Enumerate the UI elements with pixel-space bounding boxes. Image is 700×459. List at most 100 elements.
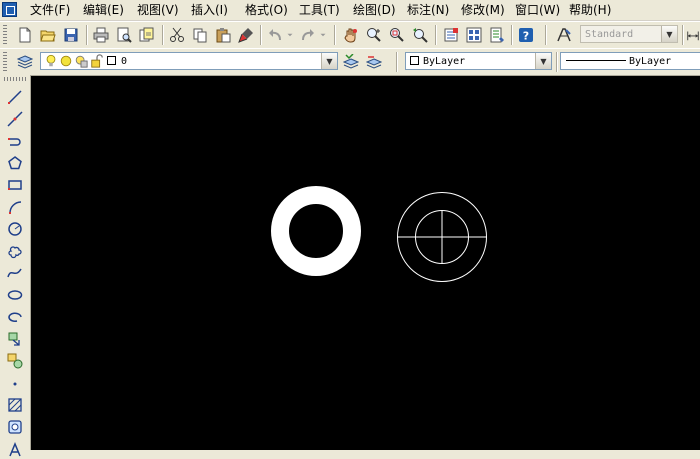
pan-button[interactable] <box>341 25 361 45</box>
chevron-down-icon <box>287 33 293 37</box>
rectangle-icon <box>8 180 22 190</box>
revision-cloud-button[interactable] <box>5 241 25 261</box>
toolbar-separator <box>396 52 398 72</box>
menu-dimension[interactable]: 标注(N) <box>406 2 450 18</box>
layer-properties-button[interactable] <box>15 52 35 72</box>
make-block-button[interactable] <box>5 351 25 371</box>
tool-palettes-button[interactable] <box>487 25 507 45</box>
print-icon <box>93 27 109 43</box>
cut-button[interactable] <box>167 25 187 45</box>
new-button[interactable] <box>15 25 35 45</box>
revision-cloud-icon <box>8 246 22 259</box>
svg-text:?: ? <box>523 30 529 43</box>
multiline-text-button[interactable] <box>5 439 25 459</box>
hatch-button[interactable] <box>5 395 25 415</box>
layer-previous-icon <box>366 56 382 69</box>
menu-window[interactable]: 窗口(W) <box>514 2 561 18</box>
plot-preview-button[interactable] <box>114 25 134 45</box>
copy-button[interactable] <box>190 25 210 45</box>
new-icon <box>19 27 31 43</box>
app-icon[interactable] <box>2 2 17 17</box>
menu-view[interactable]: 视图(V) <box>136 2 180 18</box>
color-control-dropdown[interactable]: ByLayer ▼ <box>405 52 552 70</box>
dimension-style-icon <box>687 31 699 41</box>
help-button[interactable]: ? <box>516 25 536 45</box>
ellipse-arc-button[interactable] <box>5 307 25 327</box>
save-button[interactable] <box>61 25 81 45</box>
properties-button[interactable] <box>441 25 461 45</box>
menu-modify[interactable]: 修改(M) <box>460 2 506 18</box>
zoom-window-button[interactable] <box>387 25 407 45</box>
menu-tools[interactable]: 工具(T) <box>298 2 341 18</box>
toolbar-separator <box>162 25 164 45</box>
arc-icon <box>9 201 22 214</box>
menu-insert[interactable]: 插入(I) <box>190 2 229 18</box>
paste-button[interactable] <box>213 25 233 45</box>
text-style-dropdown[interactable]: Standard ▼ <box>580 25 678 43</box>
construction-line-button[interactable] <box>5 109 25 129</box>
insert-block-button[interactable] <box>5 329 25 349</box>
redo-dropdown-button[interactable] <box>318 25 328 45</box>
dimension-style-button[interactable] <box>686 25 700 45</box>
text-style-icon <box>557 28 571 42</box>
toolbar-grip[interactable] <box>3 25 7 44</box>
region-icon <box>8 420 22 434</box>
center-mark[interactable] <box>398 210 486 264</box>
publish-button[interactable] <box>137 25 157 45</box>
design-center-button[interactable] <box>464 25 484 45</box>
chevron-down-icon: ▼ <box>661 26 677 42</box>
layer-dropdown[interactable]: 0 ▼ <box>40 52 338 70</box>
copy-icon <box>193 28 207 43</box>
menu-draw[interactable]: 绘图(D) <box>352 2 397 18</box>
polyline-button[interactable] <box>5 131 25 151</box>
make-layer-current-icon <box>343 54 359 69</box>
text-style-button[interactable] <box>554 25 574 45</box>
paste-icon <box>216 28 231 43</box>
undo-dropdown-button[interactable] <box>285 25 295 45</box>
arc-button[interactable] <box>5 197 25 217</box>
layer-color-swatch <box>107 56 116 65</box>
toolbar-grip[interactable] <box>3 52 7 71</box>
donut-entity[interactable] <box>271 186 361 276</box>
polygon-button[interactable] <box>5 153 25 173</box>
open-button[interactable] <box>38 25 58 45</box>
pan-icon <box>344 28 357 43</box>
menu-help[interactable]: 帮助(H) <box>568 2 612 18</box>
save-icon <box>64 28 78 42</box>
make-object-layer-current-button[interactable] <box>341 52 361 72</box>
toolbar-separator <box>334 25 336 45</box>
print-button[interactable] <box>91 25 111 45</box>
spline-button[interactable] <box>5 263 25 283</box>
region-button[interactable] <box>5 417 25 437</box>
drawing-canvas[interactable] <box>31 76 700 450</box>
match-properties-button[interactable] <box>236 25 256 45</box>
point-button[interactable] <box>5 373 25 393</box>
menu-file[interactable]: 文件(F) <box>29 2 71 18</box>
ellipse-arc-icon <box>8 312 22 322</box>
toolbar-separator <box>556 52 558 72</box>
toolbar-grip[interactable] <box>4 77 26 81</box>
line-button[interactable] <box>5 87 25 107</box>
zoom-previous-button[interactable] <box>410 25 430 45</box>
zoom-realtime-button[interactable] <box>364 25 384 45</box>
make-block-icon <box>7 353 23 369</box>
layer-previous-button[interactable] <box>364 52 384 72</box>
undo-button[interactable] <box>265 25 285 45</box>
chevron-down-icon: ▼ <box>535 53 551 69</box>
ellipse-button[interactable] <box>5 285 25 305</box>
linetype-control-dropdown[interactable]: ByLayer <box>560 52 700 70</box>
menu-format[interactable]: 格式(O) <box>244 2 289 18</box>
publish-icon <box>139 27 154 42</box>
construction-line-icon <box>7 111 23 127</box>
menu-edit[interactable]: 编辑(E) <box>82 2 125 18</box>
polygon-icon <box>8 156 22 170</box>
rectangle-button[interactable] <box>5 175 25 195</box>
toolbar-separator <box>260 25 262 45</box>
chevron-down-icon <box>320 33 326 37</box>
help-icon: ? <box>519 28 533 43</box>
sun-icon <box>60 55 72 67</box>
circle-button[interactable] <box>5 219 25 239</box>
undo-icon <box>269 29 281 41</box>
redo-button[interactable] <box>298 25 318 45</box>
cut-icon <box>170 27 184 42</box>
